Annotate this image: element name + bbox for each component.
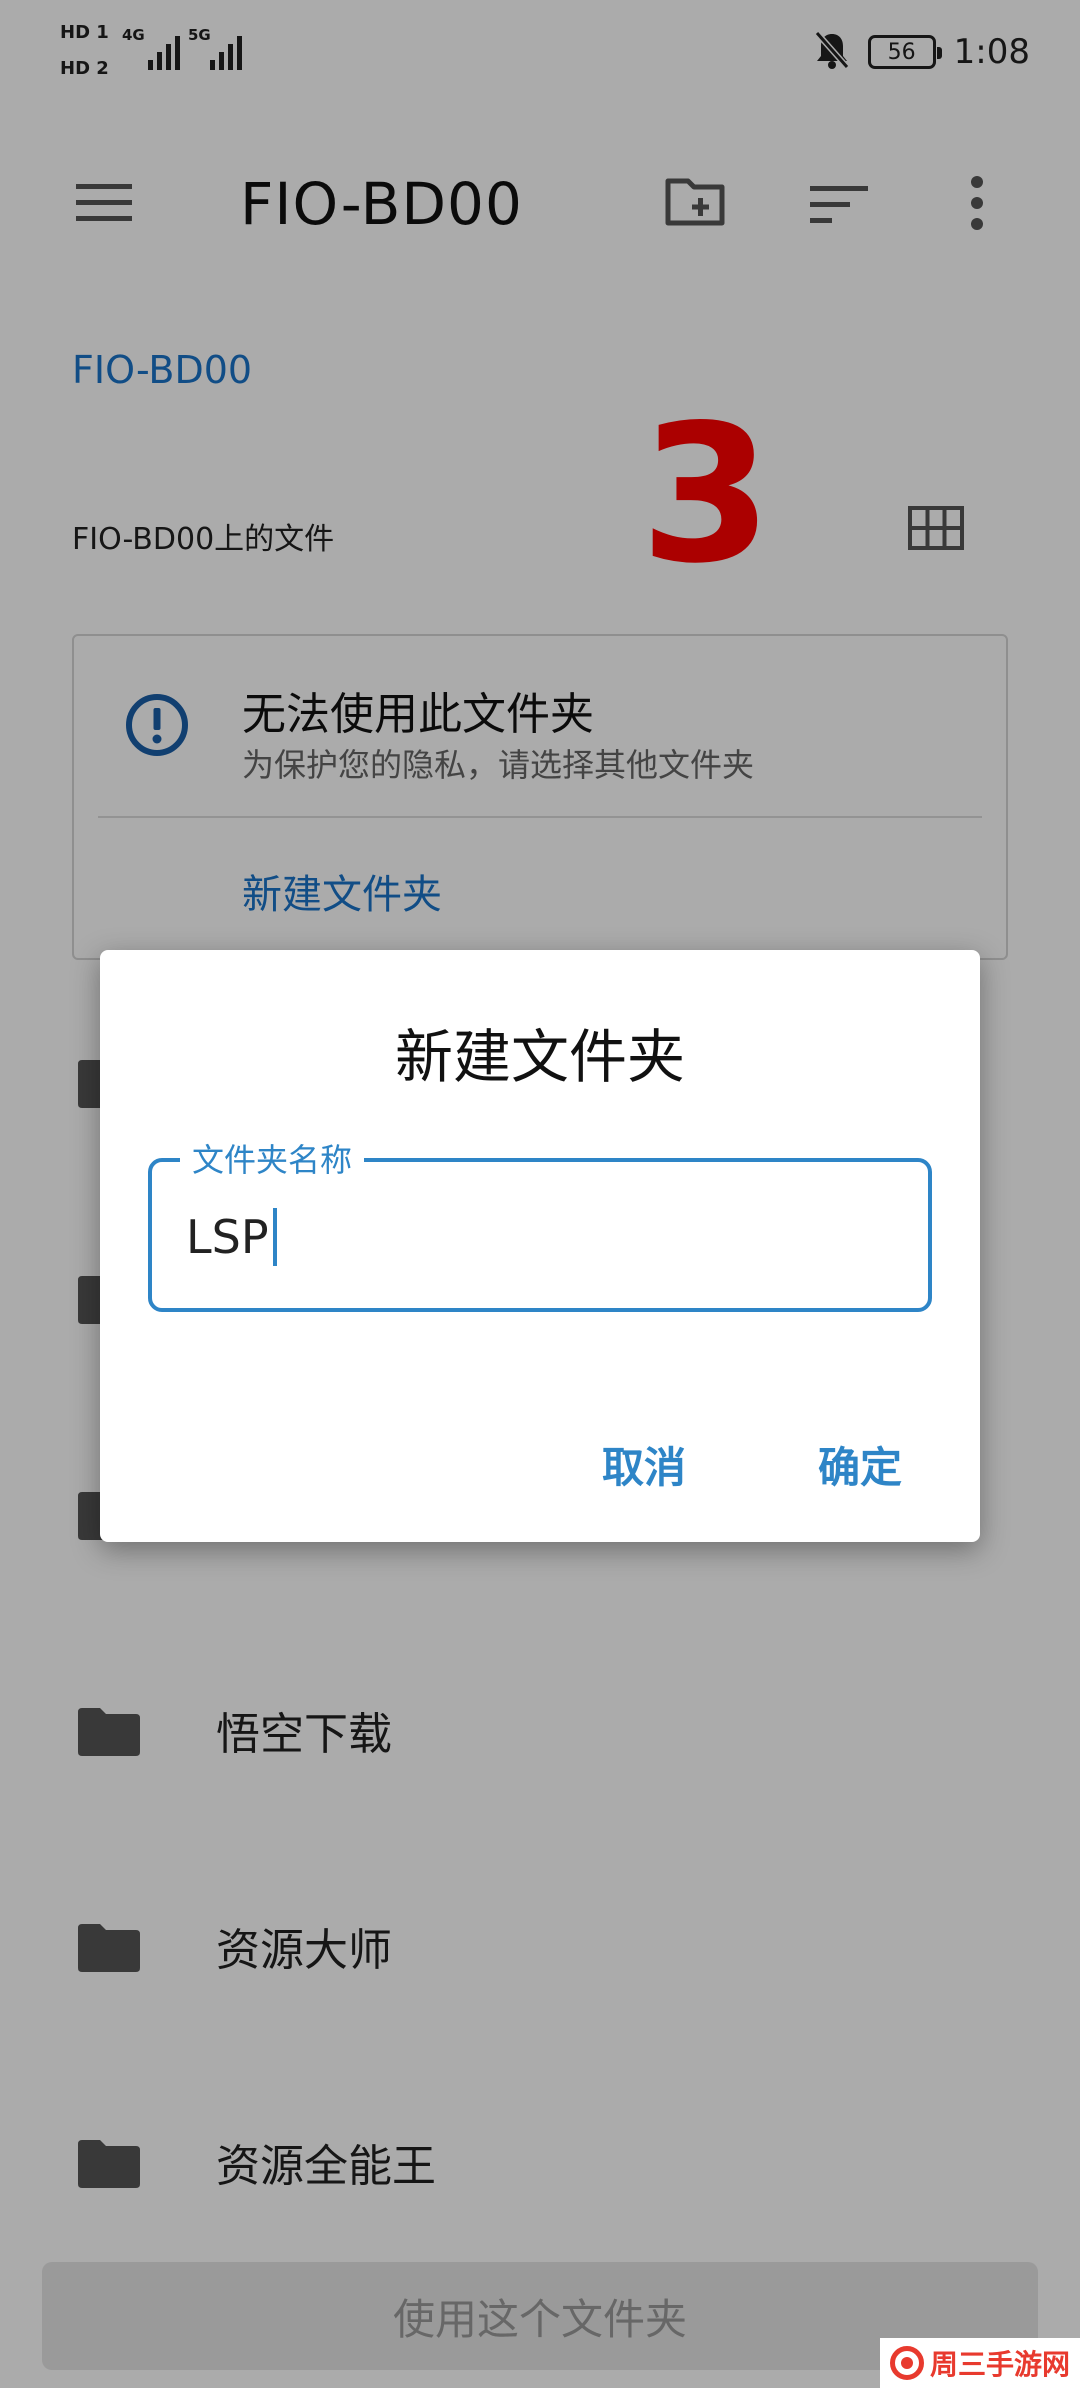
folder-name-value-wrap: LSP — [186, 1208, 277, 1266]
folder-name-label: 文件夹名称 — [180, 1140, 365, 1180]
watermark: 周三手游网 — [880, 2338, 1080, 2388]
folder-name-input[interactable]: 文件夹名称 LSP — [148, 1140, 932, 1312]
confirm-button[interactable]: 确定 — [818, 1434, 902, 1495]
new-folder-dialog: 新建文件夹 文件夹名称 LSP 取消 确定 — [100, 950, 980, 1542]
watermark-text: 周三手游网 — [930, 2348, 1071, 2381]
watermark-logo-icon — [890, 2346, 924, 2380]
folder-name-value: LSP — [186, 1210, 269, 1264]
text-caret — [272, 1208, 277, 1266]
screen: HD 1 HD 2 4G 5G 56 1:08 FIO-BD00 FIO-BD0… — [0, 0, 1080, 2388]
dialog-title: 新建文件夹 — [394, 1023, 685, 1091]
cancel-button[interactable]: 取消 — [602, 1434, 686, 1495]
